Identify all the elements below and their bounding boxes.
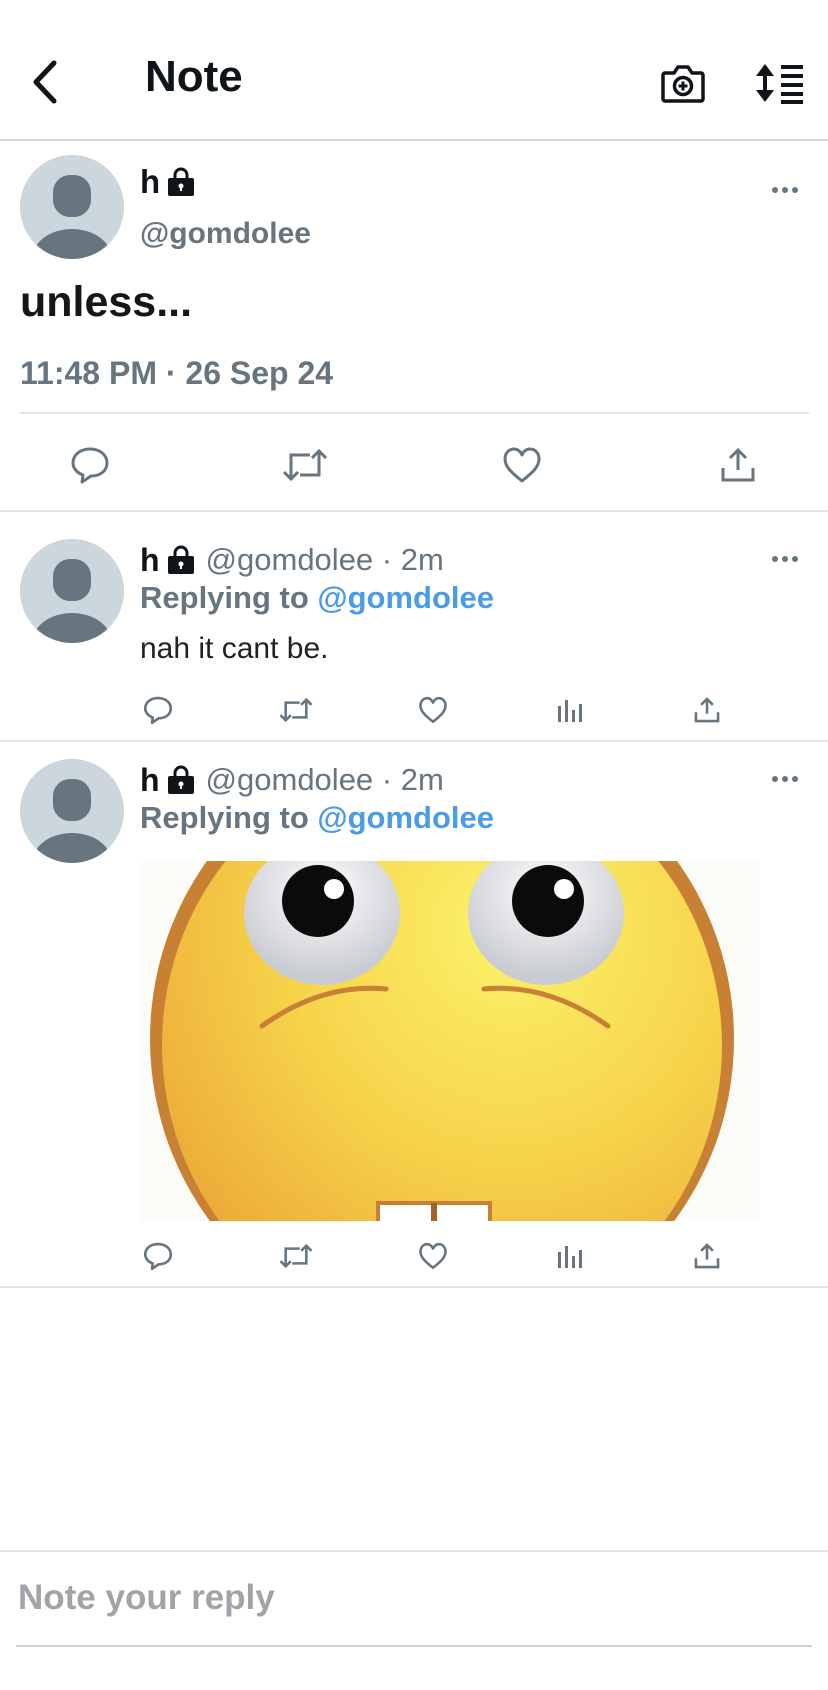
renote-button[interactable] bbox=[276, 1236, 316, 1276]
avatar[interactable] bbox=[20, 155, 124, 259]
more-dots-icon bbox=[772, 776, 798, 782]
reply-header: h @gomdolee · 2m bbox=[140, 542, 444, 578]
reply-text: nah it cant be. bbox=[140, 632, 329, 665]
replying-to: Replying to @gomdolee bbox=[140, 800, 495, 835]
avatar[interactable] bbox=[20, 539, 124, 643]
input-underline bbox=[16, 1645, 812, 1647]
stats-button[interactable] bbox=[550, 690, 590, 730]
share-icon bbox=[694, 1243, 720, 1269]
reply-button[interactable] bbox=[138, 1236, 178, 1276]
chevron-left-icon bbox=[33, 60, 57, 104]
back-button[interactable] bbox=[20, 52, 70, 112]
lock-icon bbox=[167, 765, 194, 794]
divider bbox=[0, 740, 828, 742]
more-button[interactable] bbox=[760, 764, 810, 794]
rolling-eyes-emoji-image[interactable] bbox=[140, 861, 760, 1221]
divider bbox=[0, 1550, 828, 1552]
heart-icon bbox=[419, 1242, 447, 1270]
share-icon bbox=[721, 447, 755, 482]
replying-to: Replying to @gomdolee bbox=[140, 580, 495, 615]
camera-button[interactable] bbox=[658, 58, 708, 108]
repost-icon bbox=[279, 1243, 313, 1269]
default-avatar-icon bbox=[20, 539, 124, 643]
sort-list-icon bbox=[756, 64, 803, 104]
default-avatar-icon bbox=[20, 759, 124, 863]
more-dots-icon bbox=[772, 556, 798, 562]
comment-icon bbox=[143, 1242, 173, 1271]
more-button[interactable] bbox=[760, 175, 810, 205]
author-meta: @gomdolee · 2m bbox=[205, 762, 444, 797]
repost-icon bbox=[279, 697, 313, 723]
renote-button[interactable] bbox=[276, 690, 316, 730]
reply-header: h @gomdolee · 2m bbox=[140, 762, 444, 798]
reply-button[interactable] bbox=[60, 440, 120, 490]
renote-button[interactable] bbox=[275, 440, 335, 490]
sort-button[interactable] bbox=[752, 58, 808, 108]
bar-stats-icon bbox=[558, 1246, 582, 1268]
author-meta: @gomdolee · 2m bbox=[205, 542, 444, 577]
comment-icon bbox=[143, 696, 173, 725]
post-timestamp: 11:48 PM · 26 Sep 24 bbox=[20, 355, 334, 391]
avatar[interactable] bbox=[20, 759, 124, 863]
more-dots-icon bbox=[772, 187, 798, 193]
divider bbox=[0, 1286, 828, 1288]
page-title: Note bbox=[145, 52, 243, 101]
author-name: h bbox=[140, 541, 160, 578]
like-button[interactable] bbox=[413, 1236, 453, 1276]
heart-icon bbox=[503, 447, 541, 483]
stats-button[interactable] bbox=[550, 1236, 590, 1276]
camera-plus-icon bbox=[661, 65, 705, 103]
share-icon bbox=[694, 697, 720, 723]
divider bbox=[20, 412, 809, 414]
mention-link[interactable]: @gomdolee bbox=[317, 800, 494, 835]
comment-icon bbox=[71, 447, 109, 484]
divider bbox=[0, 510, 828, 512]
share-button[interactable] bbox=[687, 690, 727, 730]
share-button[interactable] bbox=[708, 440, 768, 490]
heart-icon bbox=[419, 696, 447, 724]
author-handle[interactable]: @gomdolee bbox=[140, 217, 311, 251]
post-text: unless... bbox=[20, 278, 193, 326]
default-avatar-icon bbox=[20, 155, 124, 259]
share-button[interactable] bbox=[687, 1236, 727, 1276]
repost-icon bbox=[282, 448, 328, 482]
more-button[interactable] bbox=[760, 544, 810, 574]
reply-button[interactable] bbox=[138, 690, 178, 730]
like-button[interactable] bbox=[492, 440, 552, 490]
author-name: h bbox=[140, 163, 196, 201]
bar-stats-icon bbox=[558, 700, 582, 722]
lock-icon bbox=[167, 545, 194, 574]
author-name: h bbox=[140, 761, 160, 798]
lock-icon bbox=[168, 167, 195, 196]
mention-link[interactable]: @gomdolee bbox=[317, 580, 494, 615]
reply-input[interactable]: Note your reply bbox=[18, 1578, 275, 1618]
like-button[interactable] bbox=[413, 690, 453, 730]
